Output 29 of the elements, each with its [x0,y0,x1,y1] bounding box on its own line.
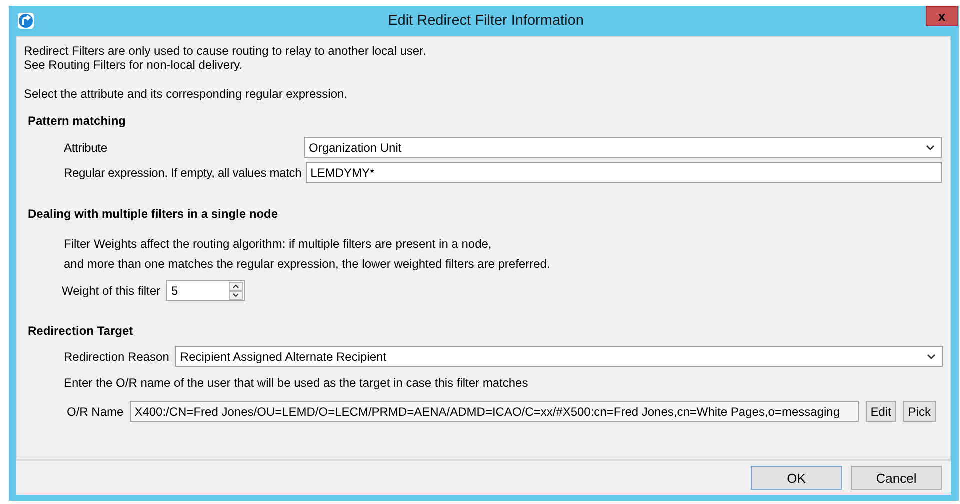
field-label: Redirection Reason [64,350,170,364]
intro-text: See Routing Filters for non-local delivery. [24,58,244,72]
section-heading: Pattern matching [28,114,128,128]
window-title: Edit Redirect Filter Information [387,13,585,29]
small-button[interactable]: Edit [866,401,896,422]
instruction-text: Select the attribute and its corresponding regular expression. [24,87,349,101]
regex-input[interactable]: LEMDYMY* [306,162,942,183]
app-icon [18,13,34,29]
field-label: O/R Name [67,404,125,418]
chevron-down-icon [926,144,935,150]
reason-dropdown[interactable]: Recipient Assigned Alternate Recipient [175,346,944,367]
or-name-input[interactable]: X400:/CN=Fred Jones/OU=LEMD/O=LECM/PRMD=AENA/ADMD=ICAO/C=xx/#X500:cn=Fred Jones,cn=White Pages,o=messaging [130,401,859,422]
field-label: Weight of this filter [62,284,162,298]
description-text: and more than one matches the regular expression, the lower weighted filters are preferred. [64,256,552,273]
description-text: Filter Weights affect the routing algorithm: if multiple filters are present in a node, [64,236,493,253]
field-label: Attribute [64,140,108,154]
dialog-button[interactable]: Cancel [851,466,942,490]
dialog-button[interactable]: OK [751,466,842,490]
section-heading: Redirection Target [28,324,134,338]
weight-spinner[interactable]: 5 [166,280,246,301]
section-heading: Dealing with multiple filters in a single node [28,207,280,221]
close-button[interactable]: x [926,6,958,26]
chevron-down-icon [927,354,936,360]
attribute-dropdown[interactable]: Organization Unit [304,137,942,158]
hint-text: Enter the O/R name of the user that will be used as the target in case this filter matches [64,376,530,390]
small-button[interactable]: Pick [903,401,936,422]
spin-arrows-icon [229,282,244,300]
field-label: Regular expression. If empty, all values match [64,166,303,180]
intro-text: Redirect Filters are only used to cause routing to relay to another local user. [24,44,428,58]
